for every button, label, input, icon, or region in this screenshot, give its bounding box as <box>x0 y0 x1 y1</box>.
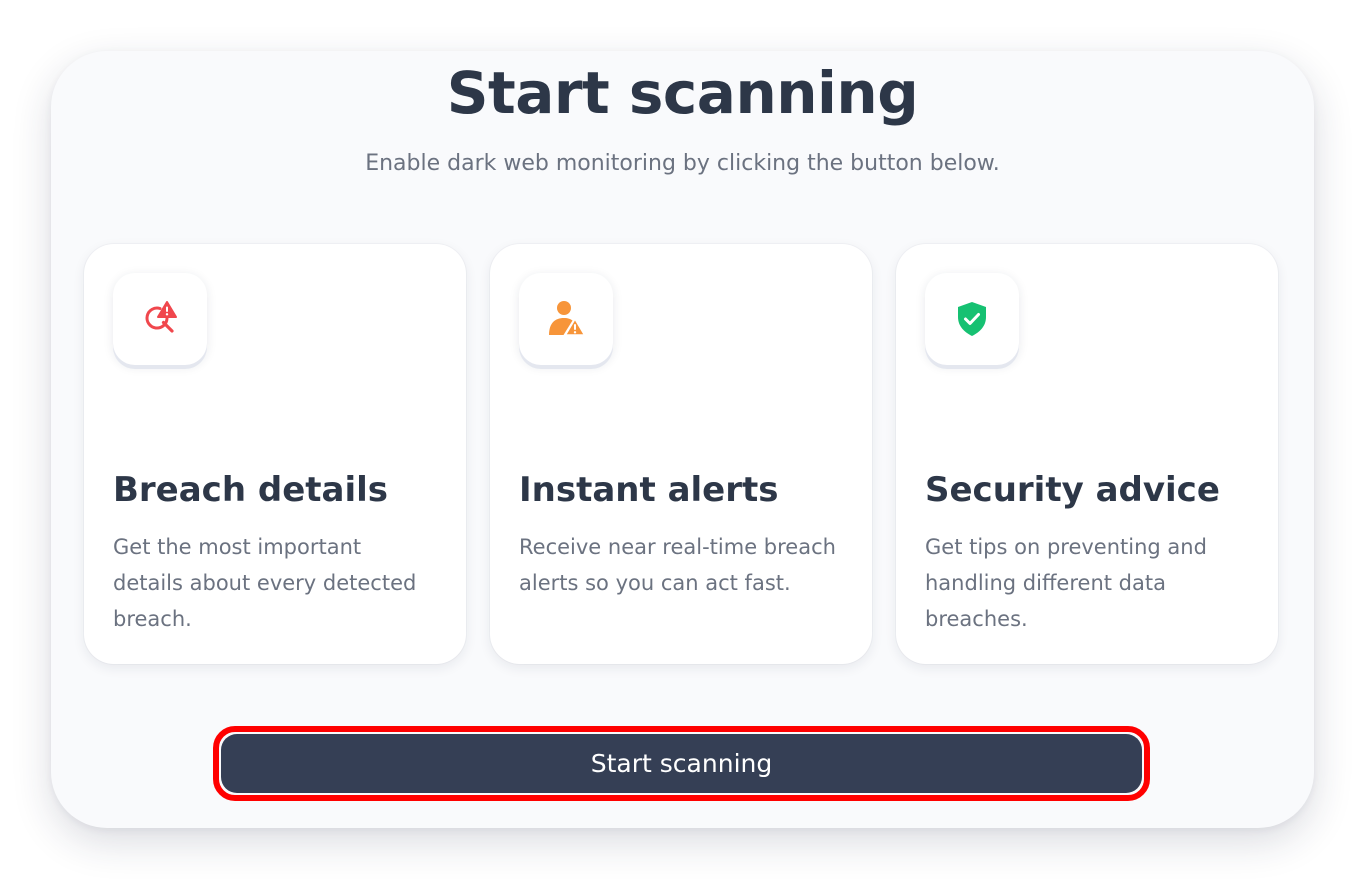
page-title: Start scanning <box>446 59 919 127</box>
icon-tile <box>113 273 207 365</box>
feature-card-breach-details: Breach details Get the most important de… <box>84 244 466 664</box>
icon-tile <box>925 273 1019 365</box>
feature-card-security-advice: Security advice Get tips on preventing a… <box>896 244 1278 664</box>
feature-description: Get the most important details about eve… <box>113 535 417 631</box>
shield-check-icon <box>958 302 986 336</box>
feature-description: Get tips on preventing and handling diff… <box>925 535 1207 631</box>
user-alert-icon <box>549 301 586 336</box>
feature-title: Security advice <box>925 470 1220 510</box>
feature-card-instant-alerts: Instant alerts Receive near real-time br… <box>490 244 872 664</box>
search-alert-icon <box>145 301 177 333</box>
page-subtitle: Enable dark web monitoring by clicking t… <box>365 151 1000 176</box>
feature-description: Receive near real-time breach alerts so … <box>519 535 836 595</box>
start-scanning-button[interactable]: Start scanning <box>221 734 1142 793</box>
icon-tile <box>519 273 613 365</box>
feature-title: Breach details <box>113 470 389 510</box>
feature-title: Instant alerts <box>519 470 779 510</box>
start-scanning-panel: Start scanning Enable dark web monitorin… <box>51 51 1314 828</box>
